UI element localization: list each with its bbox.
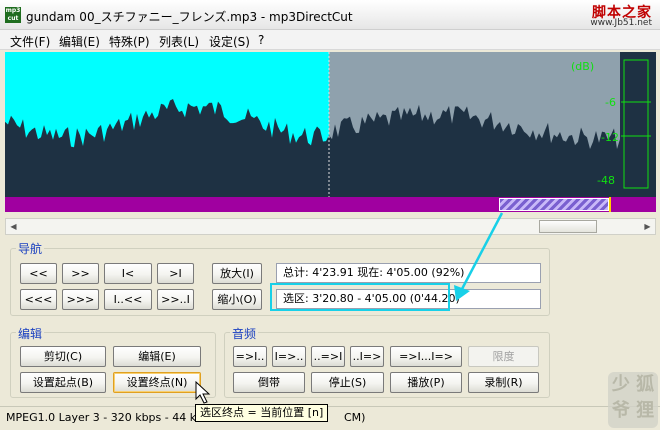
status-tail: CM): [344, 411, 366, 424]
mouse-cursor-icon: [195, 381, 211, 404]
zoom-in-button[interactable]: 放大(I): [212, 263, 262, 284]
navigation-label: 导航: [16, 240, 45, 257]
db-label-48: -48: [597, 174, 615, 187]
play-button[interactable]: 播放(P): [390, 372, 462, 393]
scroll-right-icon[interactable]: ▶: [640, 219, 655, 234]
nav-next-button[interactable]: >>: [62, 263, 99, 284]
horizontal-scrollbar[interactable]: ◀ ▶: [5, 218, 656, 235]
title-bar: mp3 cut gundam 00_スチファニー_フレンズ.mp3 - mp3D…: [0, 0, 660, 30]
rewind-button[interactable]: 倒带: [233, 372, 305, 393]
limit-button[interactable]: 限度: [468, 346, 539, 367]
nav-sel-start-button[interactable]: I..<<: [104, 289, 152, 310]
app-icon: mp3 cut: [5, 7, 21, 23]
menu-help[interactable]: ?: [258, 33, 264, 47]
db-unit-label: (dB): [571, 60, 595, 73]
cut-button[interactable]: 剪切(C): [20, 346, 106, 367]
selection-highlight-box: [270, 283, 450, 311]
watermark-badge: 少 狐 爷 狸: [608, 372, 658, 428]
set-start-button[interactable]: 设置起点(B): [20, 372, 106, 393]
nav-prev-button[interactable]: <<: [20, 263, 57, 284]
waveform-display[interactable]: (dB) -6 -12 -48: [5, 52, 656, 197]
menu-file[interactable]: 文件(F): [10, 33, 50, 50]
db-label-6: -6: [605, 96, 616, 109]
db-label-12: -12: [601, 131, 619, 144]
menu-special[interactable]: 特殊(P): [109, 33, 150, 50]
level-meter: [623, 59, 649, 189]
nav-fast-next-button[interactable]: >>>: [62, 289, 99, 310]
waveform-graphic: [5, 52, 651, 197]
menu-settings[interactable]: 设定(S): [209, 33, 250, 50]
fade-out-start-button[interactable]: I=>..: [272, 346, 306, 367]
playback-cursor[interactable]: [609, 197, 611, 212]
fade-in-end-button[interactable]: ..=>I: [311, 346, 345, 367]
menu-edit[interactable]: 编辑(E): [59, 33, 100, 50]
edit-button[interactable]: 编辑(E): [113, 346, 201, 367]
fade-full-button[interactable]: =>I...I=>: [390, 346, 462, 367]
audio-label: 音频: [230, 325, 259, 342]
edit-label: 编辑: [16, 325, 45, 342]
nav-to-end-button[interactable]: >I: [157, 263, 194, 284]
status-text: MPEG1.0 Layer 3 - 320 kbps - 44 kHz -: [6, 411, 218, 424]
window-title: gundam 00_スチファニー_フレンズ.mp3 - mp3DirectCut: [26, 10, 353, 24]
record-button[interactable]: 录制(R): [468, 372, 539, 393]
nav-to-start-button[interactable]: I<: [104, 263, 152, 284]
set-end-button[interactable]: 设置终点(N): [113, 372, 201, 393]
scrollbar-thumb[interactable]: [539, 220, 597, 233]
zoom-out-button[interactable]: 缩小(O): [212, 289, 262, 310]
annotation-arrow: [454, 212, 504, 301]
menu-bar: 文件(F) 编辑(E) 特殊(P) 列表(L) 设定(S) ?: [0, 30, 660, 50]
tooltip: 选区终点 = 当前位置 [n]: [195, 404, 329, 422]
menu-list[interactable]: 列表(L): [159, 33, 199, 50]
watermark-url: www.Jb51.net: [590, 18, 652, 28]
status-bar: MPEG1.0 Layer 3 - 320 kbps - 44 kHz - CM…: [0, 406, 660, 430]
nav-fast-prev-button[interactable]: <<<: [20, 289, 57, 310]
stop-button[interactable]: 停止(S): [311, 372, 384, 393]
fade-in-start-button[interactable]: =>I..: [233, 346, 267, 367]
fade-out-end-button[interactable]: ..I=>: [350, 346, 384, 367]
timeline-bar[interactable]: [5, 197, 656, 212]
nav-sel-end-button[interactable]: >>..I: [157, 289, 194, 310]
scroll-left-icon[interactable]: ◀: [6, 219, 21, 234]
